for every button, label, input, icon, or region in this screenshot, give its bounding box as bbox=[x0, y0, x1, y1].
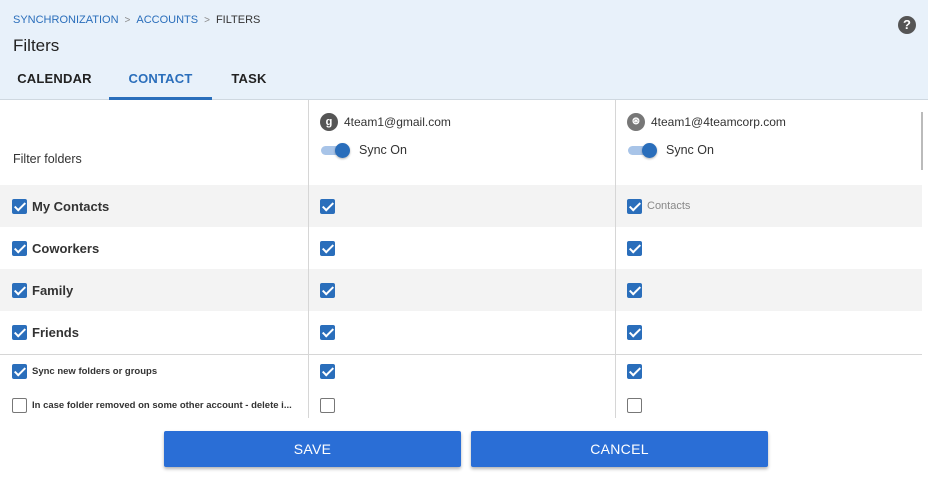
account-2-checkbox[interactable] bbox=[627, 240, 642, 256]
folder-label: Coworkers bbox=[32, 240, 100, 256]
tab-bar: CALENDAR CONTACT TASK bbox=[0, 64, 286, 100]
folder-row: Family bbox=[0, 269, 922, 311]
account-column-2: ⊛ 4team1@4teamcorp.com Sync On bbox=[627, 112, 786, 158]
option-row: In case folder removed on some other acc… bbox=[0, 389, 922, 418]
folder-checkbox[interactable] bbox=[12, 324, 27, 340]
option-label: In case folder removed on some other acc… bbox=[32, 399, 292, 411]
breadcrumb-accounts[interactable]: ACCOUNTS bbox=[136, 14, 198, 26]
column-divider bbox=[308, 100, 309, 418]
page-title: Filters bbox=[13, 36, 60, 55]
folder-row: Coworkers bbox=[0, 227, 922, 269]
breadcrumb: SYNCHRONIZATION > ACCOUNTS > FILTERS bbox=[13, 14, 260, 26]
account-2-checkbox[interactable] bbox=[627, 363, 642, 379]
account-1-checkbox[interactable] bbox=[320, 240, 335, 256]
folder-checkbox[interactable] bbox=[12, 198, 27, 214]
folder-row: Friends bbox=[0, 311, 922, 353]
account-1-checkbox[interactable] bbox=[320, 282, 335, 298]
account-column-1: g 4team1@gmail.com Sync On bbox=[320, 112, 451, 158]
account-2-checkbox[interactable] bbox=[627, 324, 642, 340]
account-1-checkbox[interactable] bbox=[320, 363, 335, 379]
account-1-checkbox[interactable] bbox=[320, 397, 335, 413]
tab-contact[interactable]: CONTACT bbox=[109, 64, 212, 100]
folder-row: My Contacts Contacts bbox=[0, 185, 922, 227]
google-icon: g bbox=[320, 113, 338, 131]
header: SYNCHRONIZATION > ACCOUNTS > FILTERS Fil… bbox=[0, 0, 928, 100]
folder-checkbox[interactable] bbox=[12, 282, 27, 298]
folder-checkbox[interactable] bbox=[12, 240, 27, 256]
option-checkbox[interactable] bbox=[12, 397, 27, 413]
column-divider bbox=[615, 100, 616, 418]
help-icon[interactable]: ? bbox=[898, 16, 916, 34]
filter-grid: Filter folders g 4team1@gmail.com Sync O… bbox=[0, 100, 928, 418]
option-checkbox[interactable] bbox=[12, 363, 27, 379]
folder-sublabel: Contacts bbox=[647, 200, 691, 212]
scrollbar[interactable] bbox=[921, 112, 923, 170]
option-row: Sync new folders or groups bbox=[0, 355, 922, 387]
account-1-checkbox[interactable] bbox=[320, 324, 335, 340]
sync-label: Sync On bbox=[666, 143, 714, 157]
account-email: 4team1@gmail.com bbox=[344, 115, 451, 129]
account-email: 4team1@4teamcorp.com bbox=[651, 115, 786, 129]
tab-calendar[interactable]: CALENDAR bbox=[0, 64, 109, 100]
breadcrumb-separator: > bbox=[124, 14, 131, 26]
breadcrumb-synchronization[interactable]: SYNCHRONIZATION bbox=[13, 14, 119, 26]
account-2-checkbox[interactable] bbox=[627, 397, 642, 413]
folder-label: Friends bbox=[32, 324, 79, 340]
save-button[interactable]: SAVE bbox=[164, 431, 461, 467]
account-2-checkbox[interactable] bbox=[627, 198, 642, 214]
option-label: Sync new folders or groups bbox=[32, 365, 158, 377]
account-1-checkbox[interactable] bbox=[320, 198, 335, 214]
folder-label: Family bbox=[32, 282, 74, 298]
sync-label: Sync On bbox=[359, 143, 407, 157]
filter-folders-label: Filter folders bbox=[13, 152, 82, 166]
tab-task[interactable]: TASK bbox=[212, 64, 286, 100]
breadcrumb-separator: > bbox=[204, 14, 210, 26]
cancel-button[interactable]: CANCEL bbox=[471, 431, 768, 467]
sync-toggle[interactable] bbox=[628, 143, 657, 158]
breadcrumb-filters: FILTERS bbox=[215, 14, 261, 26]
account-2-checkbox[interactable] bbox=[627, 282, 642, 298]
4team-corp-icon: ⊛ bbox=[627, 113, 645, 131]
folder-label: My Contacts bbox=[32, 198, 110, 214]
sync-toggle[interactable] bbox=[321, 143, 350, 158]
